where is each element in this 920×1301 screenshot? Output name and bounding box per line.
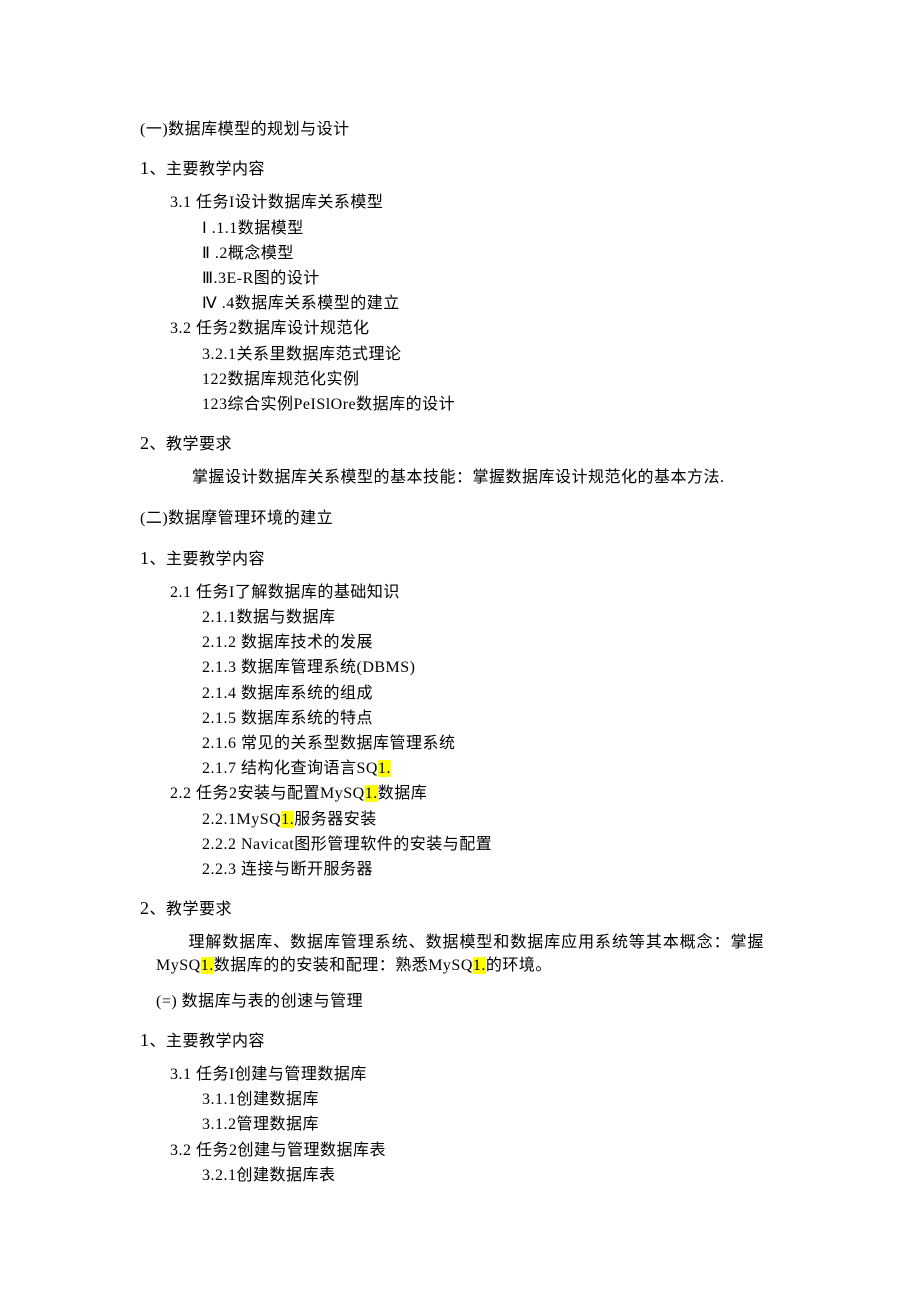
s3-task-2: 3.2 任务2创建与管理数据库表 <box>170 1139 780 1162</box>
s2-item-3: 2.1.3 数据库管理系统(DBMS) <box>202 656 780 679</box>
s2-req-text: 理解数据库、数据库管理系统、数据模型和数据库应用系统等其本概念：掌握MySQ1.… <box>156 931 764 977</box>
section-1-title: (一)数据库模型的规划与设计 <box>140 118 780 141</box>
section-2-part-1-label: 1、主要教学内容 <box>140 545 780 571</box>
s1-item-2: Ⅱ .2概念模型 <box>202 242 780 265</box>
section-1-part-2-label: 2、教学要求 <box>140 430 780 456</box>
num-2: 2 <box>140 433 150 453</box>
s2-item-7a: 2.1.7 结构化查询语言SQ <box>202 760 378 777</box>
s2-j1c: 服务器安装 <box>294 811 377 828</box>
s2-j2: 2.2.2 Navicat图形管理软件的安装与配置 <box>202 833 780 856</box>
s2-task-2a: 2.2 任务2安装与配置MySQ <box>170 785 365 802</box>
s2-req-e: 的环境。 <box>486 957 552 974</box>
s3-task-1: 3.1 任务I创建与管理数据库 <box>170 1063 780 1086</box>
s1-task-2: 3.2 任务2数据库设计规范化 <box>170 317 780 340</box>
section-2-part-2-label: 2、教学要求 <box>140 895 780 921</box>
s1-item-4: Ⅳ .4数据库关系模型的建立 <box>202 292 780 315</box>
s1-item-3: Ⅲ.3E-R图的设计 <box>202 267 780 290</box>
s2-item-7: 2.1.7 结构化查询语言SQ1. <box>202 757 780 780</box>
num-1c: 1 <box>140 1030 150 1050</box>
section-3-part-1-label: 1、主要教学内容 <box>140 1027 780 1053</box>
section-2-title: (二)数据摩管理环境的建立 <box>140 507 780 530</box>
s2-item-4: 2.1.4 数据库系统的组成 <box>202 682 780 705</box>
s2-item-5: 2.1.5 数据库系统的特点 <box>202 707 780 730</box>
s2-task-1: 2.1 任务I了解数据库的基础知识 <box>170 581 780 604</box>
highlight-sql-2: 1. <box>365 785 378 802</box>
s1-item-5: 3.2.1关系里数据库范式理论 <box>202 343 780 366</box>
highlight-sql-3: 1. <box>281 811 294 828</box>
s2-j1a: 2.2.1MySQ <box>202 811 281 828</box>
s2-item-1: 2.1.1数据与数据库 <box>202 606 780 629</box>
num-1b: 1 <box>140 548 150 568</box>
s3-j1: 3.2.1创建数据库表 <box>202 1164 780 1187</box>
s1-item-1: Ⅰ .1.1数据模型 <box>202 217 780 240</box>
s2-item-2: 2.1.2 数据库技术的发展 <box>202 631 780 654</box>
s3-item-1: 3.1.1创建数据库 <box>202 1088 780 1111</box>
s2-item-6: 2.1.6 常见的关系型数据库管理系统 <box>202 732 780 755</box>
s2-j3: 2.2.3 连接与断开服务器 <box>202 858 780 881</box>
highlight-sql-4: 1. <box>201 957 214 974</box>
s2-req-c: 数据库的的安装和配理：熟悉MySQ <box>214 957 473 974</box>
s1-item-6: 122数据库规范化实例 <box>202 368 780 391</box>
s2-task-2: 2.2 任务2安装与配置MySQ1.数据库 <box>170 782 780 805</box>
highlight-sql-5: 1. <box>473 957 486 974</box>
s2-task-2c: 数据库 <box>378 785 428 802</box>
s1-task-1: 3.1 任务I设计数据库关系模型 <box>170 191 780 214</box>
s2-j1: 2.2.1MySQ1.服务器安装 <box>202 808 780 831</box>
section-1-part-1-label: 11、主要教学内容、主要教学内容 <box>140 155 780 181</box>
s1-item-7: 123综合实例PeISlOre数据库的设计 <box>202 393 780 416</box>
highlight-sql-1: 1. <box>378 760 391 777</box>
s1-req-text: 掌握设计数据库关系模型的基本技能：掌握数据库设计规范化的基本方法. <box>160 466 780 489</box>
s3-item-2: 3.1.2管理数据库 <box>202 1113 780 1136</box>
section-3-title: (=) 数据库与表的创速与管理 <box>156 990 780 1013</box>
num-2b: 2 <box>140 898 150 918</box>
